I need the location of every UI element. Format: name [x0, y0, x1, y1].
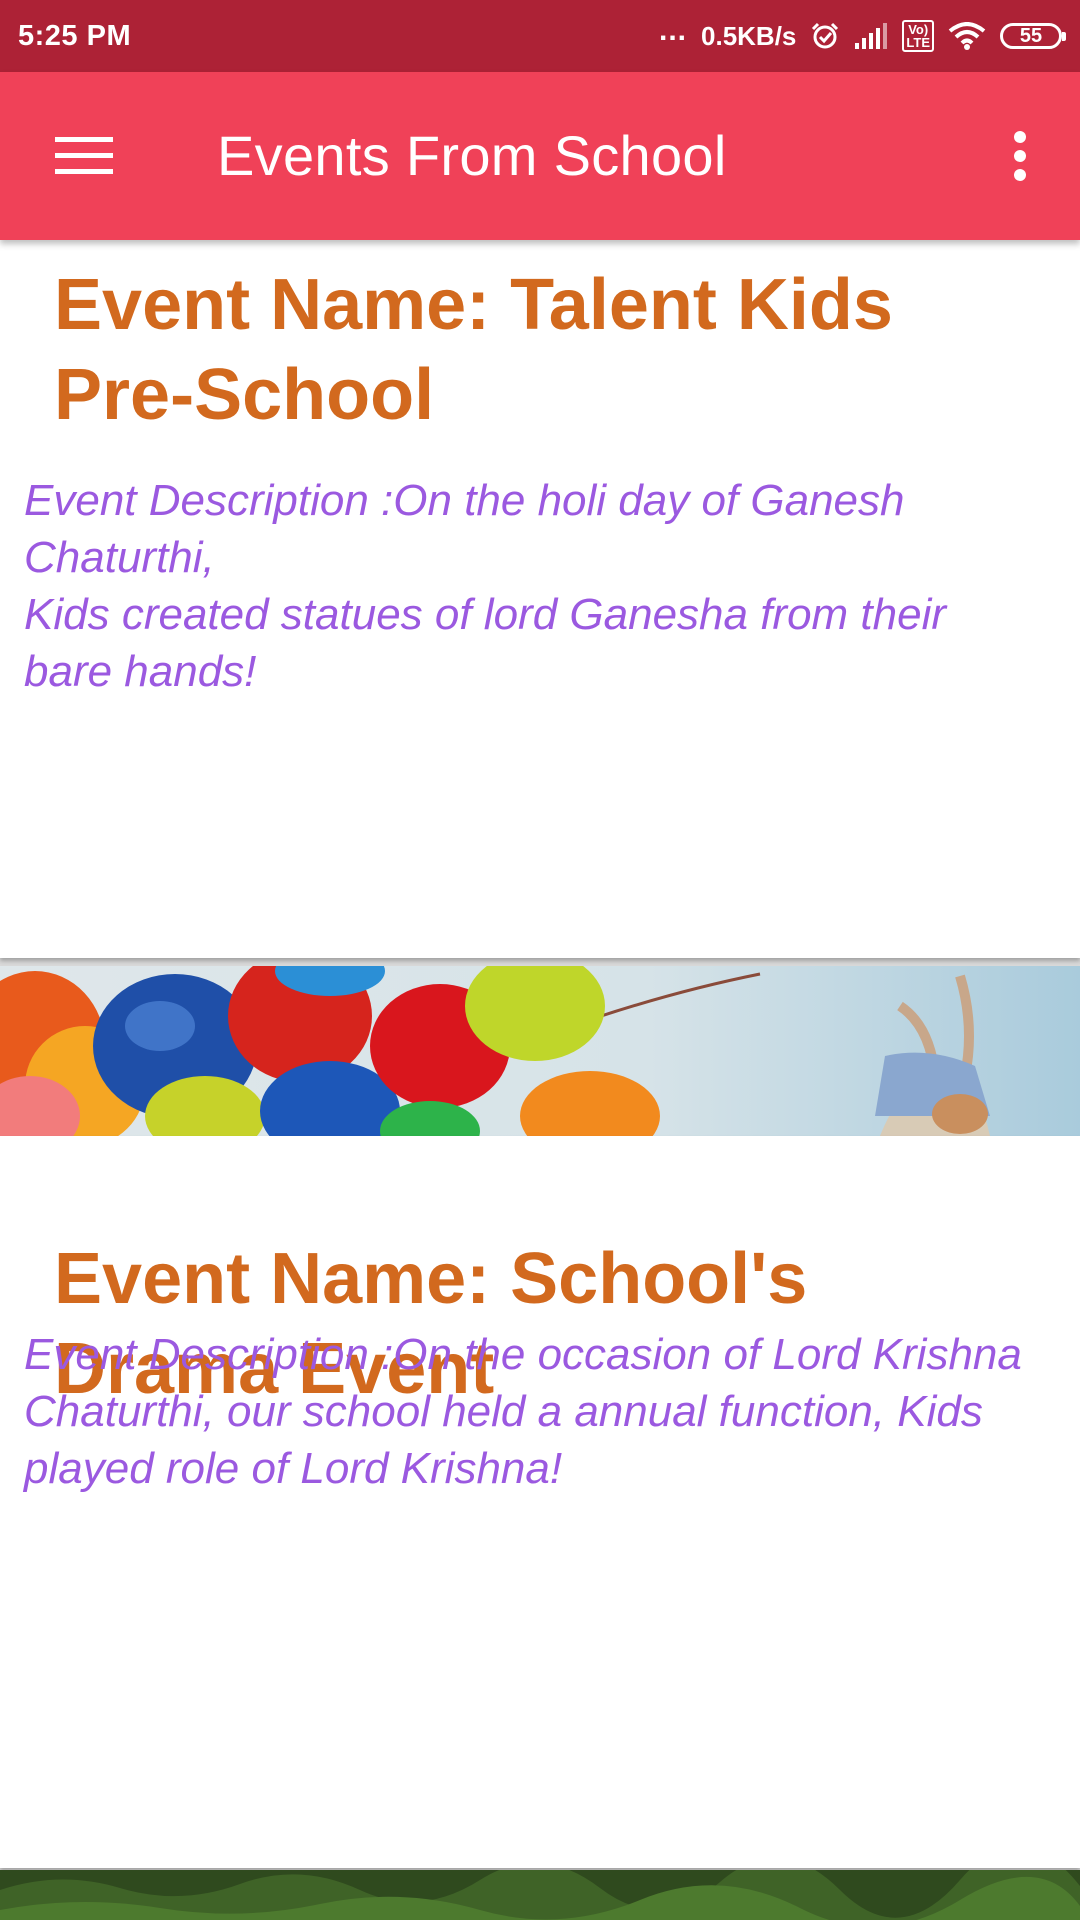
wifi-icon: [948, 22, 986, 50]
volte-icon: Vo) LTE: [902, 20, 934, 52]
battery-icon: 55: [1000, 23, 1066, 49]
signal-icon: [854, 23, 888, 49]
balloons-event-image: [0, 966, 1080, 1136]
event-card[interactable]: Event Name: Talent Kids Pre-School Event…: [0, 240, 1080, 958]
network-speed: 0.5KB/s: [701, 20, 797, 51]
navigation-menu-button[interactable]: [40, 116, 128, 196]
notification-dots: ...: [659, 14, 688, 47]
event-description: Event Description :On the occasion of Lo…: [24, 1330, 1022, 1493]
app-title: Events From School: [217, 124, 727, 187]
app-bar: Events From School: [0, 72, 1080, 240]
more-vert-icon: [1014, 131, 1026, 181]
hamburger-menu-icon: [55, 137, 113, 174]
status-bar: 5:25 PM ... 0.5KB/s Vo) LTE 55: [0, 0, 1080, 72]
status-icons: ... 0.5KB/s Vo) LTE 55: [659, 14, 1066, 52]
overflow-menu-button[interactable]: [984, 116, 1056, 196]
event-name: Event Name: Talent Kids Pre-School: [54, 265, 893, 435]
alarm-icon: [810, 21, 840, 51]
events-list[interactable]: Event Name: Talent Kids Pre-School Event…: [0, 240, 1080, 1920]
event-description: Event Description :On the holi day of Ga…: [24, 476, 947, 696]
event-card[interactable]: Event Name: School's Drama Event Event D…: [0, 1136, 1080, 1868]
status-time: 5:25 PM: [18, 19, 132, 52]
grass-event-image: [0, 1870, 1080, 1920]
battery-level: 55: [1019, 24, 1043, 47]
screen: 5:25 PM ... 0.5KB/s Vo) LTE 55 Events Fr…: [0, 0, 1080, 1920]
